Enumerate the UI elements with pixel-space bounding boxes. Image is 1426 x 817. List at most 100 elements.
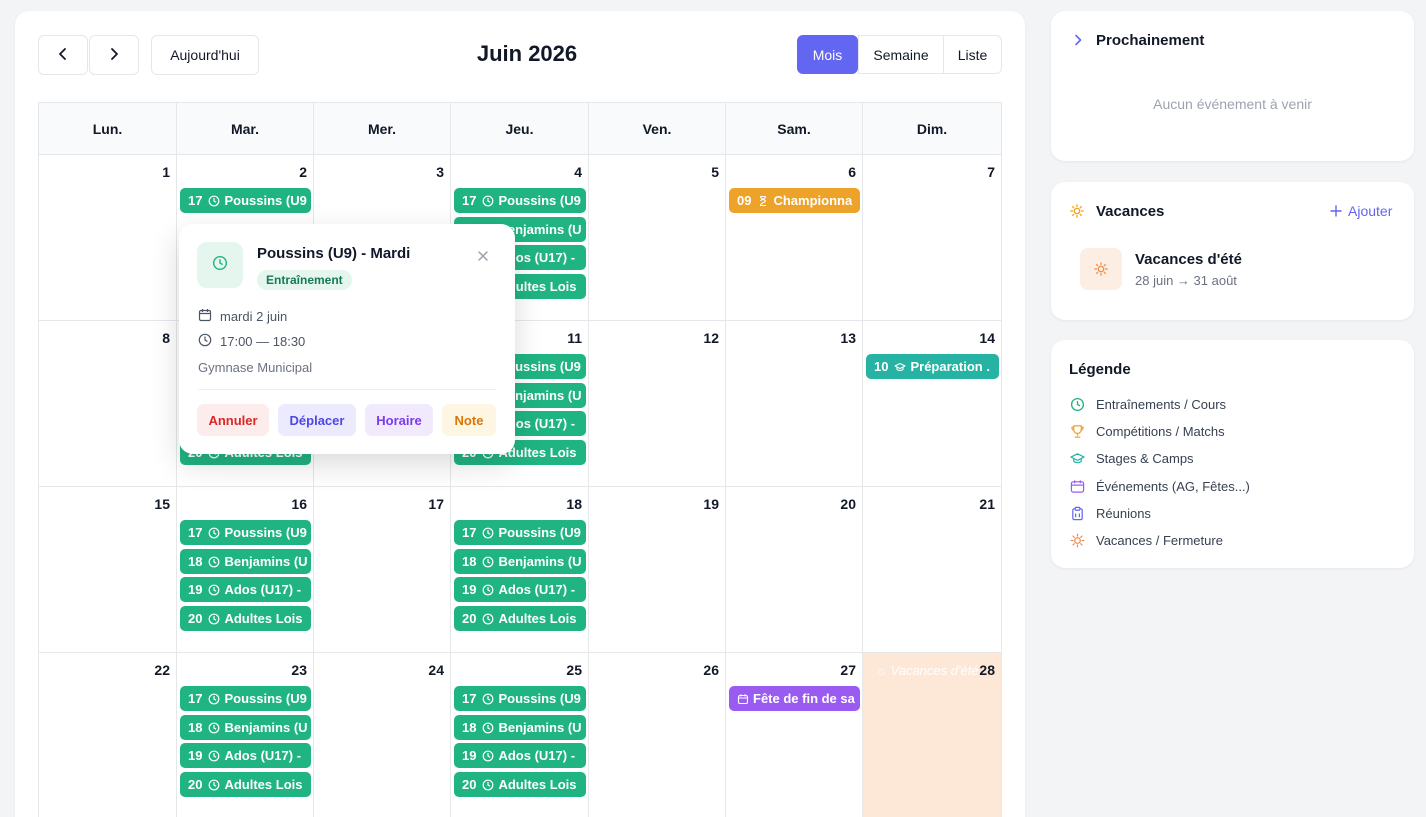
today-button[interactable]: Aujourd'hui [151,35,259,75]
legend-item: Vacances / Fermeture [1069,532,1223,548]
vacations-title: Vacances [1096,203,1165,220]
event-chip[interactable]: 19Ados (U17) - [180,577,311,602]
upcoming-title: Prochainement [1096,32,1205,49]
day-number: 26 [703,662,719,678]
clock-icon [482,527,494,539]
day-number: 3 [436,164,444,180]
view-week-button[interactable]: Semaine [858,35,944,74]
event-chip[interactable]: 17Poussins (U9 [454,188,586,213]
weekday-header: Dim. [863,103,1002,155]
vacation-item-icon [1080,248,1122,290]
calendar-icon [737,693,749,705]
day-cell[interactable]: 12 [589,321,726,487]
event-chip[interactable]: 18Benjamins (U [180,715,311,740]
event-chip[interactable]: 19Ados (U17) - [454,577,586,602]
clock-icon [208,584,220,596]
cancel-event-button[interactable]: Annuler [197,404,269,436]
legend-item: Stages & Camps [1069,450,1194,466]
day-number: 17 [428,496,444,512]
trophy-icon [1069,423,1085,439]
event-chip[interactable]: 17Poussins (U9 [180,686,311,711]
event-chip[interactable]: 18Benjamins (U [454,549,586,574]
day-cell[interactable]: 6 [726,155,863,321]
day-cell[interactable]: 17 [314,487,451,653]
event-chip[interactable]: 20Adultes Lois [180,606,311,631]
clock-icon [1069,396,1085,412]
day-number: 13 [840,330,856,346]
day-cell[interactable]: 8 [39,321,177,487]
legend-card: Légende Entraînements / Cours Compétitio… [1051,340,1414,568]
day-number: 15 [154,496,170,512]
day-cell[interactable]: 24 [314,653,451,817]
event-chip[interactable]: 17Poussins (U9 [180,520,311,545]
day-cell[interactable]: 7 [863,155,1002,321]
weekday-header: Sam. [726,103,863,155]
popup-time-row: 17:00 — 18:30 [198,333,305,350]
schedule-event-button[interactable]: Horaire [365,404,433,436]
vacation-item-title[interactable]: Vacances d'été [1135,251,1242,268]
move-event-button[interactable]: Déplacer [278,404,356,436]
event-chip[interactable]: 10 Préparation . [866,354,999,379]
day-cell-vacation[interactable]: ☼ Vacances d'été 28 [863,653,1002,817]
day-cell[interactable]: 14 [863,321,1002,487]
event-chip[interactable]: 18Benjamins (U [454,715,586,740]
day-cell[interactable]: 1 [39,155,177,321]
day-cell[interactable]: 15 [39,487,177,653]
weekday-header: Ven. [589,103,726,155]
event-chip[interactable]: 20Adultes Lois [454,772,586,797]
add-vacation-button[interactable]: Ajouter [1330,203,1392,219]
day-cell[interactable]: 26 [589,653,726,817]
chevron-left-icon [55,46,71,65]
empty-upcoming-text: Aucun événement à venir [1153,96,1312,112]
hourglass-icon [757,195,769,207]
day-number: 18 [566,496,582,512]
event-chip[interactable]: Fête de fin de sa [729,686,860,711]
day-number: 8 [162,330,170,346]
clock-icon [482,722,494,734]
day-number: 22 [154,662,170,678]
day-cell[interactable]: 13 [726,321,863,487]
clock-icon [208,722,220,734]
popup-title: Poussins (U9) - Mardi [257,245,411,262]
vacation-label: ☼ Vacances d'été [875,663,979,678]
event-chip[interactable]: 19Ados (U17) - [180,743,311,768]
event-popup: Poussins (U9) - Mardi Entraînement mardi… [179,224,515,454]
view-month-button[interactable]: Mois [797,35,858,74]
day-number: 20 [840,496,856,512]
clock-icon [482,195,494,207]
chevron-right-icon[interactable] [1071,33,1085,52]
day-cell[interactable]: 21 [863,487,1002,653]
day-number: 14 [979,330,995,346]
view-list-button[interactable]: Liste [943,35,1002,74]
event-chip[interactable]: 17Poussins (U9 [454,686,586,711]
day-cell[interactable]: 20 [726,487,863,653]
calendar-icon [198,308,220,325]
note-event-button[interactable]: Note [442,404,496,436]
clock-icon [208,613,220,625]
day-number: 1 [162,164,170,180]
day-cell[interactable]: 27 [726,653,863,817]
event-chip[interactable]: 20Adultes Lois [180,772,311,797]
calendar-icon [1069,478,1085,494]
clock-icon [208,693,220,705]
event-chip[interactable]: 18Benjamins (U [180,549,311,574]
event-chip[interactable]: 09 Championna [729,188,860,213]
day-cell[interactable]: 22 [39,653,177,817]
chevron-right-icon [106,46,122,65]
close-popup-button[interactable] [472,246,494,268]
prev-month-button[interactable] [38,35,88,75]
event-chip[interactable]: 19Ados (U17) - [454,743,586,768]
day-number: 25 [566,662,582,678]
graduation-cap-icon [894,361,907,373]
event-chip[interactable]: 17Poussins (U9 [454,520,586,545]
calendar-title: Juin 2026 [476,41,578,66]
event-chip[interactable]: 20Adultes Lois [454,606,586,631]
day-cell[interactable]: 19 [589,487,726,653]
clock-icon [212,255,228,276]
day-cell[interactable]: 5 [589,155,726,321]
event-type-badge: Entraînement [257,270,352,290]
day-number: 21 [979,496,995,512]
day-number: 23 [291,662,307,678]
next-month-button[interactable] [89,35,139,75]
event-chip[interactable]: 17Poussins (U9 [180,188,311,213]
